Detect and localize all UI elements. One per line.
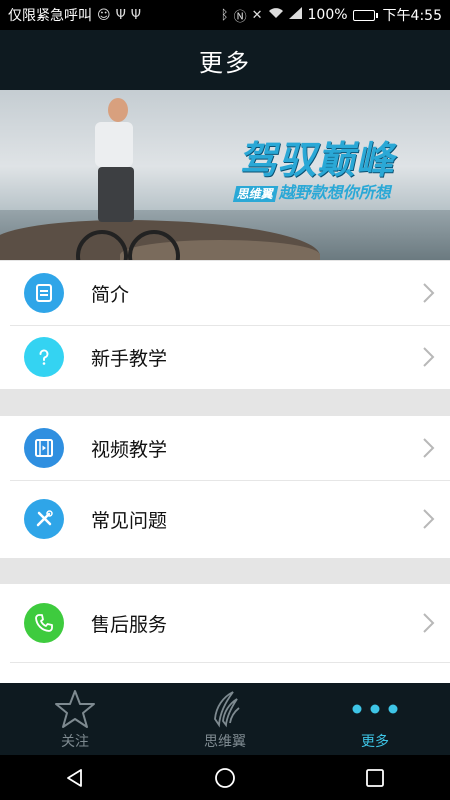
usb-debug-icon: Ψ <box>130 7 142 23</box>
bluetooth-icon: ᛒ <box>220 7 229 23</box>
tab-more[interactable]: 更多 <box>300 683 450 755</box>
film-icon <box>24 428 64 468</box>
page-title: 更多 <box>199 48 251 77</box>
system-nav-bar <box>0 755 450 800</box>
question-icon <box>24 337 64 377</box>
more-dots-icon <box>351 687 399 731</box>
status-bar: 仅限紧急呼叫 ☺ Ψ Ψ ᛒ Ⓝ ✕ 100% 下午4:55 <box>0 0 450 30</box>
mute-icon: ✕ <box>251 7 263 23</box>
banner-slogan-sub: 越野款想你所想 <box>277 183 394 202</box>
menu-item-label: 新手教学 <box>91 347 168 370</box>
star-icon <box>54 687 96 731</box>
banner-rider-legs <box>98 167 134 222</box>
tab-label: 更多 <box>361 734 389 750</box>
menu-item-video-tutorial[interactable]: 视频教学 <box>0 416 450 480</box>
phone-icon <box>24 603 64 643</box>
banner-slogan-main: 驾驭巅峰 <box>237 138 403 182</box>
chevron-right-icon <box>423 509 435 529</box>
banner-slogan: 驾驭巅峰 思维翼 越野款想你所想 <box>229 138 446 218</box>
carrier-text: 仅限紧急呼叫 <box>8 8 92 24</box>
usb-icon: Ψ <box>115 7 126 23</box>
menu-item-label: 简介 <box>91 283 130 306</box>
banner-rider-body <box>95 122 133 167</box>
divider <box>10 662 450 663</box>
tab-label: 关注 <box>61 734 89 750</box>
menu-item-label: 常见问题 <box>91 509 168 532</box>
document-icon <box>24 273 64 313</box>
battery-icon <box>352 9 378 21</box>
chevron-right-icon <box>423 347 435 367</box>
nfc-icon: Ⓝ <box>233 9 247 25</box>
tools-icon <box>24 499 64 539</box>
menu-item-after-sales[interactable]: 售后服务 <box>0 584 450 662</box>
bottom-tab-bar: 关注 思维翼 更多 <box>0 683 450 755</box>
menu-group-3: 售后服务 <box>0 584 450 683</box>
back-button[interactable] <box>45 755 105 800</box>
chevron-right-icon <box>423 438 435 458</box>
signal-icon <box>288 7 303 23</box>
home-circle-icon <box>215 767 235 788</box>
recents-button[interactable] <box>345 755 405 800</box>
menu-item-faq[interactable]: 常见问题 <box>0 480 450 558</box>
notification-icon: ☺ <box>97 7 111 23</box>
wing-logo-icon <box>205 687 245 731</box>
promo-banner[interactable]: 驾驭巅峰 思维翼 越野款想你所想 <box>0 90 450 260</box>
tab-label: 思维翼 <box>204 734 246 750</box>
tab-follow[interactable]: 关注 <box>0 683 150 755</box>
tab-siweiyi[interactable]: 思维翼 <box>150 683 300 755</box>
home-button[interactable] <box>195 755 255 800</box>
menu-group-2: 视频教学 常见问题 <box>0 416 450 558</box>
menu-group-1: 简介 新手教学 <box>0 261 450 389</box>
wifi-icon <box>268 7 284 23</box>
chevron-right-icon <box>423 283 435 303</box>
menu-item-label: 视频教学 <box>91 438 168 461</box>
clock: 下午4:55 <box>382 8 442 24</box>
menu-item-label: 售后服务 <box>91 613 168 636</box>
recents-square-icon <box>366 768 384 787</box>
menu-item-beginner-tutorial[interactable]: 新手教学 <box>0 325 450 389</box>
title-bar: 更多 <box>0 30 450 90</box>
battery-percent: 100% <box>307 7 348 23</box>
menu-item-intro[interactable]: 简介 <box>0 261 450 325</box>
banner-rider-head <box>108 98 128 122</box>
banner-slogan-tag: 思维翼 <box>232 186 279 202</box>
chevron-right-icon <box>423 613 435 633</box>
back-triangle-icon <box>67 768 82 787</box>
